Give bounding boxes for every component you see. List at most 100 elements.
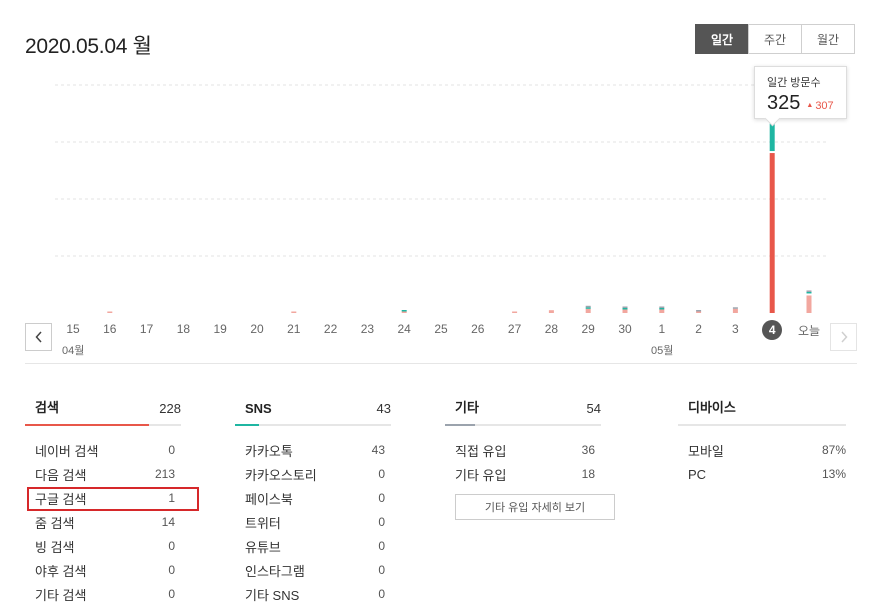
bar-search-29[interactable] (585, 308, 591, 313)
x-tick-label[interactable]: 4 (762, 320, 783, 340)
search-row-zum: 줌 검색 14 (25, 510, 181, 534)
x-tick-label[interactable]: 15 (53, 322, 93, 336)
tooltip-diff: 307 (806, 100, 833, 112)
bar-other-29[interactable] (585, 305, 591, 308)
search-row-etc: 기타 검색 0 (25, 582, 181, 606)
sns-row-etc: 기타 SNS 0 (235, 582, 391, 606)
device-stats-header: 디바이스 (678, 398, 846, 426)
row-label: 기타 검색 (35, 587, 87, 603)
row-label: 다음 검색 (35, 467, 87, 483)
bar-sns-24[interactable] (401, 310, 407, 312)
x-tick-label[interactable]: 1 (642, 322, 682, 336)
row-value: 0 (378, 515, 385, 529)
x-tick-label[interactable]: 16 (90, 322, 130, 336)
row-value: 14 (161, 515, 175, 529)
x-tick-label[interactable]: 23 (347, 322, 387, 336)
bar-other-3[interactable] (732, 307, 738, 309)
search-row-daum: 다음 검색 213 (25, 462, 181, 486)
x-tick-label[interactable]: 18 (163, 322, 203, 336)
x-tick-label[interactable]: 19 (200, 322, 240, 336)
device-stats-title: 디바이스 (688, 400, 736, 415)
other-stats-title: 기타 (455, 400, 479, 415)
other-stats-total: 54 (586, 401, 601, 416)
row-label: 유튜브 (245, 539, 281, 555)
bar-search-24[interactable] (401, 311, 407, 314)
row-value: 0 (378, 563, 385, 577)
other-row-etc: 기타 유입 18 (445, 462, 601, 486)
bar-sns-29[interactable] (585, 307, 591, 309)
other-stats-header: 기타 54 (445, 398, 601, 426)
bar-search-2[interactable] (696, 311, 702, 314)
tooltip-value: 325 (767, 92, 801, 114)
row-label: 직접 유입 (455, 443, 507, 459)
row-value: 0 (168, 443, 175, 457)
device-stats: 디바이스 모바일 87% PC 13% (678, 398, 846, 486)
x-tick-label[interactable]: 29 (568, 322, 608, 336)
row-label: 트위터 (245, 515, 281, 531)
row-label: 야후 검색 (35, 563, 87, 579)
other-details-button[interactable]: 기타 유입 자세히 보기 (455, 494, 615, 520)
x-tick-label[interactable]: 3 (715, 322, 755, 336)
google-search-highlight (27, 487, 199, 511)
bar-search-3[interactable] (732, 308, 738, 313)
device-row-mobile: 모바일 87% (678, 438, 846, 462)
bar-other-30[interactable] (622, 306, 628, 308)
prev-period-button[interactable] (25, 323, 52, 351)
row-value: 18 (581, 467, 595, 481)
other-stats: 기타 54 직접 유입 36 기타 유입 18 기타 유입 자세히 보기 (445, 398, 615, 520)
x-tick-label[interactable]: 24 (384, 322, 424, 336)
chart-tooltip: 일간 방문수 325 307 (754, 66, 847, 119)
month-label-april: 04월 (62, 345, 85, 357)
x-tick-label[interactable]: 28 (531, 322, 571, 336)
bar-search-30[interactable] (622, 309, 628, 313)
row-label: 페이스북 (245, 491, 293, 507)
row-value: 43 (371, 443, 385, 457)
sns-row-instagram: 인스타그램 0 (235, 558, 391, 582)
bar-search-28[interactable] (548, 310, 554, 313)
bar-search-오늘[interactable] (806, 295, 812, 313)
search-stats-total: 228 (159, 401, 181, 416)
row-value: 0 (168, 539, 175, 553)
bar-search-16[interactable] (107, 311, 113, 314)
row-label: PC (688, 466, 707, 482)
bar-search-21[interactable] (291, 311, 297, 314)
x-tick-label[interactable]: 30 (605, 322, 645, 336)
tooltip-label: 일간 방문수 (767, 77, 821, 89)
row-value: 0 (168, 587, 175, 601)
search-stats-header: 검색 228 (25, 398, 181, 426)
next-period-button[interactable] (830, 323, 857, 351)
x-tick-label[interactable]: 20 (237, 322, 277, 336)
search-row-naver: 네이버 검색 0 (25, 438, 181, 462)
x-tick-label[interactable]: 오늘 (789, 322, 829, 339)
bar-search-1[interactable] (659, 309, 665, 313)
x-tick-label[interactable]: 21 (274, 322, 314, 336)
sns-row-kakaostory: 카카오스토리 0 (235, 462, 391, 486)
row-value: 0 (168, 563, 175, 577)
bar-sns-1[interactable] (659, 307, 665, 310)
x-tick-label[interactable]: 22 (311, 322, 351, 336)
x-tick-label[interactable]: 25 (421, 322, 461, 336)
search-accent-bar (25, 424, 149, 426)
device-row-pc: PC 13% (678, 462, 846, 486)
sns-stats: SNS 43 카카오톡 43 카카오스토리 0 페이스북 0 트위터 0 유튜브 0 인스… (235, 398, 391, 606)
row-value: 13% (821, 467, 846, 481)
bar-sns-30[interactable] (622, 307, 628, 310)
row-value: 0 (378, 467, 385, 481)
search-row-bing: 빙 검색 0 (25, 534, 181, 558)
sns-row-facebook: 페이스북 0 (235, 486, 391, 510)
x-tick-label[interactable]: 17 (127, 322, 167, 336)
bar-other-2[interactable] (696, 310, 702, 312)
sns-row-kakaotalk: 카카오톡 43 (235, 438, 391, 462)
visits-chart (55, 81, 826, 314)
bar-search-4[interactable] (769, 153, 775, 313)
month-label-may: 05월 (651, 345, 674, 357)
x-tick-label[interactable]: 27 (495, 322, 535, 336)
bar-search-27[interactable] (512, 311, 518, 314)
x-tick-label[interactable]: 2 (679, 322, 719, 336)
bar-other-1[interactable] (659, 306, 665, 308)
row-label: 카카오스토리 (245, 467, 317, 483)
bar-other-오늘[interactable] (806, 290, 812, 292)
bar-sns-오늘[interactable] (806, 291, 812, 294)
x-tick-label[interactable]: 26 (458, 322, 498, 336)
row-label: 인스타그램 (245, 563, 305, 579)
